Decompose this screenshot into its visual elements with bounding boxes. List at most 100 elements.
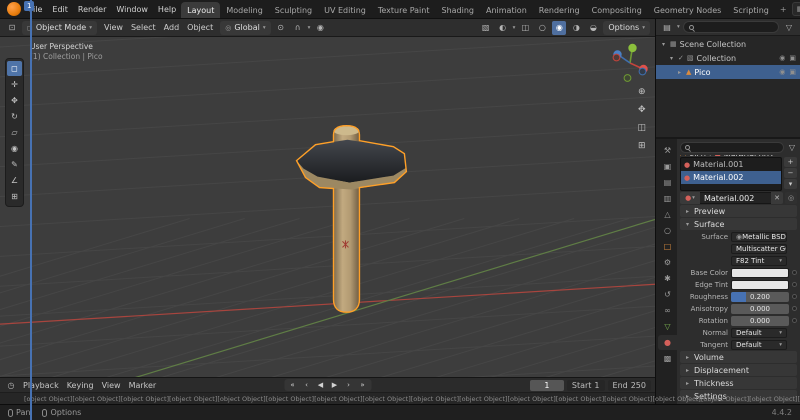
unlink-material-button[interactable]: ✕ [771,192,783,204]
snap-magnet-icon[interactable]: ∩ [291,21,305,35]
end-frame-field[interactable]: End 250 [607,379,651,391]
scene-selector[interactable]: ▦ Scene ✕ [791,2,800,16]
workspace-tab[interactable]: Texture Paint [372,2,436,18]
disable-render-icon[interactable]: ▣ [789,54,796,62]
outliner-row-object[interactable]: ▸ ▲ Pico ◉ ▣ [656,65,800,79]
properties-tab[interactable]: ∞ [658,303,677,318]
tangent-field[interactable]: Default ▾ [731,339,787,350]
properties-tab[interactable]: ▥ [658,191,677,206]
outliner-display-mode-icon[interactable]: ▤ [660,20,674,34]
transport-button[interactable]: ◀ [314,379,327,391]
pan-view-icon[interactable]: ✥ [638,105,646,115]
decorator-dot[interactable] [792,306,797,311]
options-dropdown[interactable]: Options ▾ [603,20,650,35]
panel-volume[interactable]: ▸ Volume [680,351,797,363]
transport-button[interactable]: › [342,379,355,391]
anisotropy-slider[interactable]: 0.000 [731,303,789,314]
panel-displacement[interactable]: ▸ Displacement [680,364,797,376]
decorator-dot[interactable] [792,318,797,323]
properties-tab[interactable]: ⚒ [658,143,677,158]
navigation-gizmo[interactable] [608,41,652,85]
decorator-dot[interactable] [792,270,797,275]
current-frame-field[interactable]: 1 [529,379,564,391]
outliner-row-scene-collection[interactable]: ▾ ▦ Scene Collection [656,37,800,51]
material-slot[interactable]: ● Material.001 [681,158,781,171]
snap-target-icon[interactable]: ⊙ [274,21,288,35]
show-overlays-icon[interactable]: ◐ [496,21,510,35]
workspace-tab[interactable]: Sculpting [269,2,318,18]
decorator-dot[interactable] [792,282,797,287]
tool-button[interactable]: ◉ [6,141,23,156]
outliner-row-collection[interactable]: ▾ ✓ ▧ Collection ◉ ▣ [656,51,800,65]
show-gizmo-icon[interactable]: ▧ [479,21,493,35]
properties-tab[interactable]: ○ [658,223,677,238]
expand-icon[interactable]: ▾ [668,55,675,62]
viewport-menu-item[interactable]: View [100,23,127,32]
transport-button[interactable]: ▶ [328,379,341,391]
timeline-editor-type-icon[interactable]: ◷ [4,378,18,392]
zoom-icon[interactable]: ⊕ [638,87,646,97]
toggle-xray-icon[interactable]: ◫ [518,21,532,35]
properties-tab[interactable]: △ [658,207,677,222]
fake-user-icon[interactable]: ◎ [785,192,797,204]
surface-shader-field[interactable]: ◉ Metallic BSDF [731,231,787,242]
3d-viewport[interactable]: User Perspective (1) Collection | Pico ◻… [0,37,655,377]
browse-material-button[interactable]: ● ▾ [680,192,700,204]
viewport-menu-item[interactable]: Add [160,23,184,32]
editor-type-icon[interactable]: ⊡ [5,21,19,35]
menu-item[interactable]: Edit [47,0,73,18]
viewport-menu-item[interactable]: Object [183,23,217,32]
playhead-frame-badge[interactable]: 1 [24,1,35,11]
material-slot[interactable]: ● Material.002 [681,171,781,184]
workspace-tab[interactable]: Animation [480,2,533,18]
transform-orientation-dropdown[interactable]: ◎ Global ▾ [220,20,271,35]
timeline-menu-item[interactable]: View [98,381,125,390]
panel-preview[interactable]: ▸ Preview [680,205,797,217]
breadcrumb-material[interactable]: Material.002 [724,155,774,156]
add-material-slot-button[interactable]: + [784,157,797,167]
roughness-slider[interactable]: 0.200 [731,291,789,302]
expand-icon[interactable]: ▸ [676,69,683,76]
hammer-object[interactable] [295,125,408,313]
properties-tab[interactable]: ⚙ [658,255,677,270]
remove-material-slot-button[interactable]: − [784,168,797,178]
properties-tab[interactable]: □ [658,239,677,254]
normal-field[interactable]: Default ▾ [731,327,787,338]
edge-tint-swatch[interactable] [731,279,789,290]
tool-button[interactable]: ✛ [6,77,23,92]
properties-tab[interactable]: ↺ [658,287,677,302]
filter-icon[interactable]: ▽ [787,141,797,155]
properties-tab[interactable]: ▣ [658,159,677,174]
workspace-tab[interactable]: Compositing [586,2,648,18]
tool-button[interactable]: ✥ [6,93,23,108]
menu-item[interactable]: Window [111,0,153,18]
add-workspace-button[interactable]: + [775,0,792,18]
tool-button[interactable]: ∠ [6,173,23,188]
transport-button[interactable]: « [286,379,299,391]
distribution-dropdown[interactable]: Multiscatter GGX ▾ [731,243,787,254]
workspace-tab[interactable]: Modeling [220,2,268,18]
camera-view-icon[interactable]: ◫ [637,123,646,133]
menu-item[interactable]: Help [153,0,181,18]
workspace-tab[interactable]: UV Editing [318,2,372,18]
proportional-edit-icon[interactable]: ◉ [313,21,327,35]
workspace-tab[interactable]: Scripting [727,2,775,18]
tool-button[interactable]: ◻ [7,61,22,76]
properties-search-input[interactable] [680,142,784,153]
panel-thickness[interactable]: ▸ Thickness [680,377,797,389]
workspace-tab[interactable]: Geometry Nodes [648,2,727,18]
properties-tab[interactable]: ▽ [658,319,677,334]
fresnel-dropdown[interactable]: F82 Tint ▾ [731,255,787,266]
timeline-menu-item[interactable]: Playback [19,381,63,390]
transport-button[interactable]: » [356,379,369,391]
filter-icon[interactable]: ▽ [782,20,796,34]
checkbox-icon[interactable]: ✓ [678,54,684,62]
shading-rendered-icon[interactable]: ◒ [586,21,600,35]
outliner-search-input[interactable] [682,21,779,33]
workspace-tab[interactable]: Rendering [533,2,586,18]
playhead[interactable] [30,0,32,420]
properties-tab[interactable]: ▩ [658,351,677,366]
material-name-field[interactable]: Material.002 [700,192,771,204]
decorator-dot[interactable] [792,294,797,299]
breadcrumb-object[interactable]: Pico [690,155,706,156]
